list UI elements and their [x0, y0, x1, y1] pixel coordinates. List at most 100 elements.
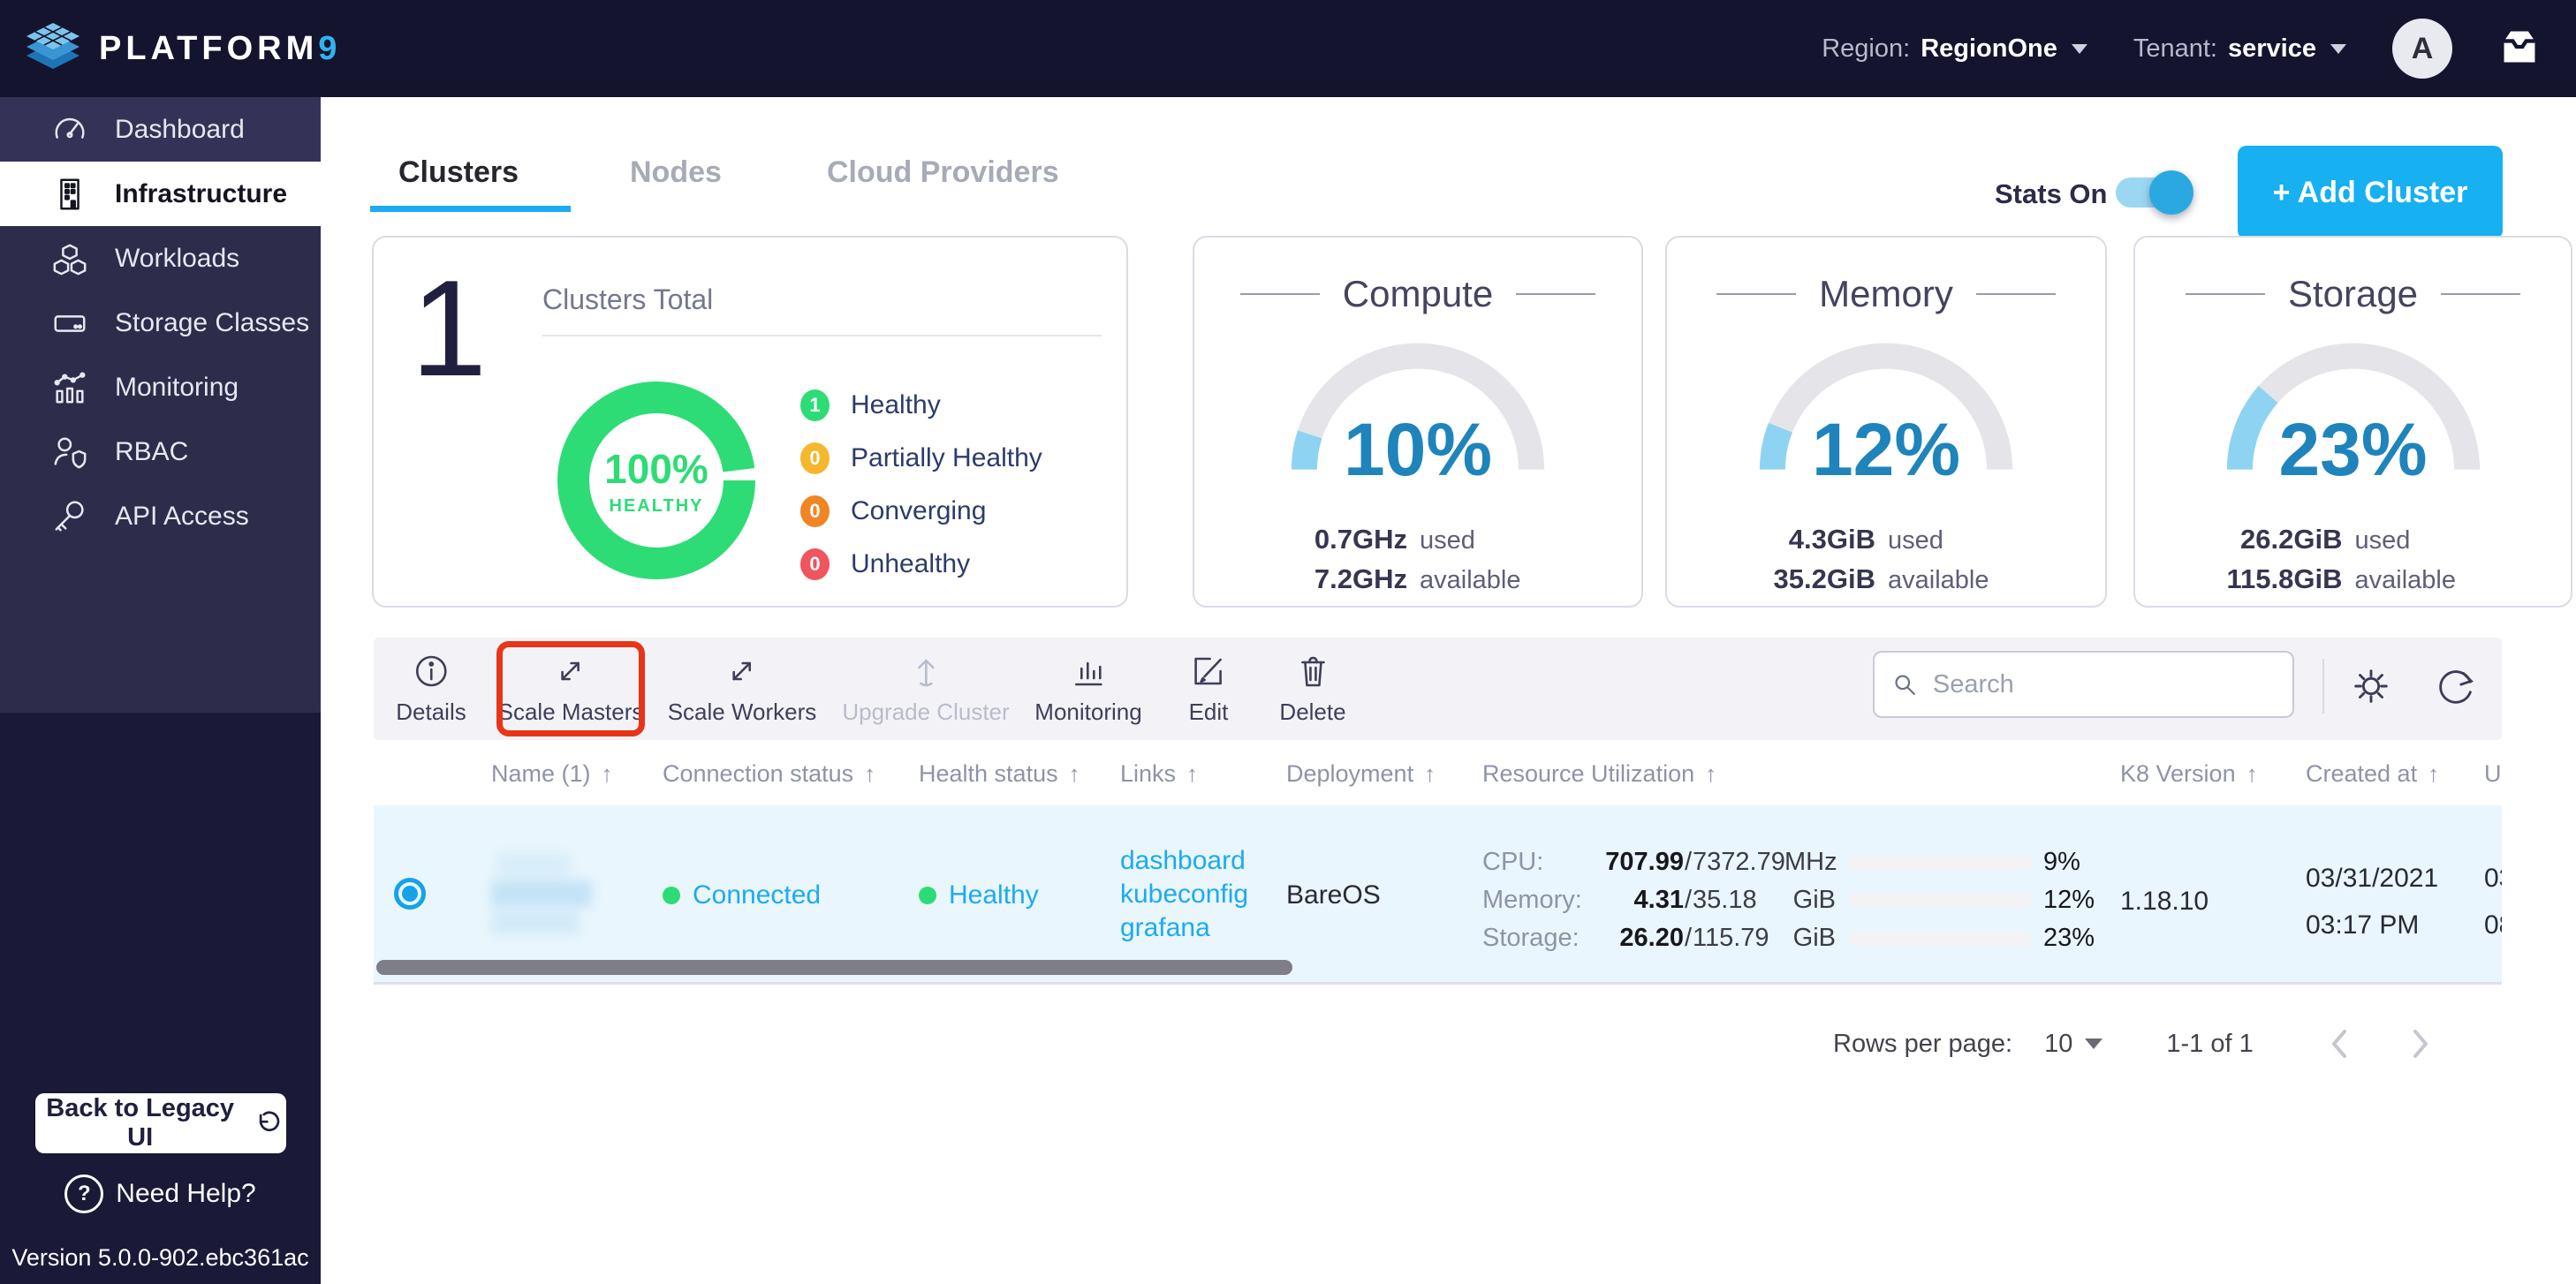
- available-label: available: [1888, 566, 2047, 595]
- tab-cloud-providers[interactable]: Cloud Providers: [827, 155, 1059, 190]
- sidebar-item-dashboard[interactable]: Dashboard: [0, 97, 321, 162]
- column-header-resource-utilization[interactable]: Resource Utilization↑: [1482, 760, 1716, 788]
- upgrade-arrow-icon: [906, 652, 945, 691]
- used-label: used: [1888, 526, 2047, 555]
- column-header-name[interactable]: Name (1)↑: [491, 760, 613, 788]
- horizontal-scrollbar-thumb[interactable]: [376, 960, 1292, 975]
- cpu-usage-bar: [1850, 855, 2031, 870]
- converging-count-badge: 0: [800, 495, 830, 527]
- details-action[interactable]: Details: [396, 638, 466, 740]
- sidebar-item-label: API Access: [115, 502, 249, 532]
- rows-per-page-select[interactable]: 10: [2044, 1030, 2102, 1059]
- resource-utilization-cell: CPU: 707.99 / 7372.79 MHz 9% Memory: 4.3…: [1482, 847, 2114, 953]
- cpu-utilization-row: CPU: 707.99 / 7372.79 MHz 9%: [1482, 847, 2114, 877]
- inbox-tray-icon[interactable]: [2498, 27, 2541, 71]
- sidebar-item-api-access[interactable]: API Access: [0, 484, 321, 548]
- available-value: 35.2GiB: [1725, 563, 1875, 595]
- sort-arrow-icon: ↑: [2428, 760, 2439, 787]
- column-header-health-status[interactable]: Health status↑: [919, 760, 1080, 788]
- dashboard-link[interactable]: dashboard: [1120, 845, 1248, 877]
- sidebar-item-label: Workloads: [115, 244, 239, 274]
- api-key-icon: [51, 498, 88, 535]
- region-label: Region:: [1822, 34, 1910, 64]
- back-to-legacy-ui-button[interactable]: Back to Legacy UI: [35, 1093, 286, 1153]
- tab-clusters[interactable]: Clusters: [398, 155, 519, 190]
- legacy-button-label: Back to Legacy UI: [41, 1094, 239, 1152]
- table-row[interactable]: Connected Healthy dashboard kubeconfig g…: [374, 805, 2502, 985]
- divider: [2322, 659, 2324, 714]
- available-label: available: [1420, 566, 1579, 595]
- legend-item-partially-healthy: 0 Partially Healthy: [800, 432, 1042, 485]
- healthy-count-badge: 1: [800, 389, 830, 421]
- bar-chart-icon: [1069, 652, 1108, 691]
- k8-version-cell: 1.18.10: [2120, 887, 2209, 917]
- search-box: [1873, 651, 2294, 718]
- sidebar-item-monitoring[interactable]: Monitoring: [0, 355, 321, 419]
- stats-toggle[interactable]: [2116, 177, 2185, 208]
- column-header-deployment[interactable]: Deployment↑: [1286, 760, 1436, 788]
- undo-icon: [254, 1108, 281, 1138]
- active-tab-underline: [370, 206, 571, 212]
- refresh-button[interactable]: [2428, 658, 2484, 714]
- rbac-user-shield-icon: [51, 434, 88, 471]
- legend-item-healthy: 1 Healthy: [800, 379, 1042, 432]
- stats-toggle-label: Stats On: [1995, 178, 2107, 210]
- column-header-connection-status[interactable]: Connection status↑: [663, 760, 875, 788]
- gauge-percent: 12%: [1667, 407, 2105, 493]
- column-header-updated-clipped[interactable]: U: [2484, 760, 2502, 788]
- divider: [2186, 293, 2265, 295]
- sidebar-item-rbac[interactable]: RBAC: [0, 419, 321, 484]
- unhealthy-count-badge: 0: [800, 548, 830, 580]
- sidebar-item-infrastructure[interactable]: Infrastructure: [0, 162, 321, 226]
- divider: [542, 335, 1102, 336]
- tenant-select[interactable]: Tenant: service: [2133, 34, 2346, 64]
- search-input[interactable]: [1931, 669, 2277, 700]
- available-value: 7.2GHz: [1257, 563, 1407, 595]
- toggle-knob: [2149, 170, 2193, 215]
- topbar: PLATFORM9 Region: RegionOne Tenant: serv…: [0, 0, 2576, 97]
- chevron-down-icon: [2085, 1039, 2102, 1049]
- action-label: Edit: [1189, 699, 1229, 726]
- grafana-link[interactable]: grafana: [1120, 912, 1248, 944]
- column-header-links[interactable]: Links↑: [1120, 760, 1198, 788]
- sidebar-item-label: Monitoring: [115, 373, 239, 403]
- memory-utilization-row: Memory: 4.31 / 35.18 GiB 12%: [1482, 885, 2114, 915]
- sidebar-item-storage-classes[interactable]: Storage Classes: [0, 291, 321, 355]
- divider: [1516, 293, 1595, 295]
- tab-nodes[interactable]: Nodes: [630, 155, 722, 190]
- gauge-title: Storage: [2288, 273, 2418, 315]
- sort-arrow-icon: ↑: [1186, 760, 1198, 787]
- trash-icon: [1293, 652, 1332, 691]
- sidebar-menu: Dashboard Infrastructure Workloads Stora…: [0, 97, 321, 713]
- sidebar-item-workloads[interactable]: Workloads: [0, 226, 321, 291]
- edit-action[interactable]: Edit: [1189, 638, 1229, 740]
- need-help-link[interactable]: ? Need Help?: [0, 1174, 321, 1213]
- clusters-total-count: 1: [411, 257, 487, 401]
- scale-workers-action[interactable]: Scale Workers: [668, 638, 817, 740]
- platform9-logo[interactable]: PLATFORM9: [25, 21, 341, 77]
- monitoring-chart-icon: [51, 369, 88, 406]
- upgrade-cluster-action: Upgrade Cluster: [842, 638, 1009, 740]
- kubeconfig-link[interactable]: kubeconfig: [1120, 879, 1248, 910]
- need-help-label: Need Help?: [116, 1179, 255, 1209]
- add-cluster-button[interactable]: + Add Cluster: [2238, 146, 2503, 239]
- divider: [1240, 293, 1320, 295]
- status-dot-icon: [663, 887, 680, 904]
- settings-button[interactable]: [2343, 658, 2399, 714]
- pagination-range: 1-1 of 1: [2166, 1030, 2253, 1059]
- column-header-k8-version[interactable]: K8 Version↑: [2120, 760, 2258, 788]
- row-select-radio[interactable]: [394, 878, 426, 910]
- scale-masters-action[interactable]: Scale Masters: [498, 638, 644, 740]
- scale-arrows-icon: [551, 652, 590, 691]
- monitoring-action[interactable]: Monitoring: [1034, 638, 1141, 740]
- clusters-total-card: 1 Clusters Total 100% HEALTHY 1 Healthy …: [372, 236, 1128, 608]
- used-label: used: [1420, 526, 1579, 555]
- delete-action[interactable]: Delete: [1279, 638, 1345, 740]
- legend-label: Unhealthy: [851, 549, 970, 579]
- region-select[interactable]: Region: RegionOne: [1822, 34, 2087, 64]
- column-header-created-at[interactable]: Created at↑: [2306, 760, 2439, 788]
- brand-text: PLATFORM9: [99, 30, 341, 68]
- avatar[interactable]: A: [2392, 19, 2452, 79]
- health-legend: 1 Healthy 0 Partially Healthy 0 Convergi…: [800, 379, 1042, 591]
- gauge-percent: 23%: [2135, 407, 2571, 493]
